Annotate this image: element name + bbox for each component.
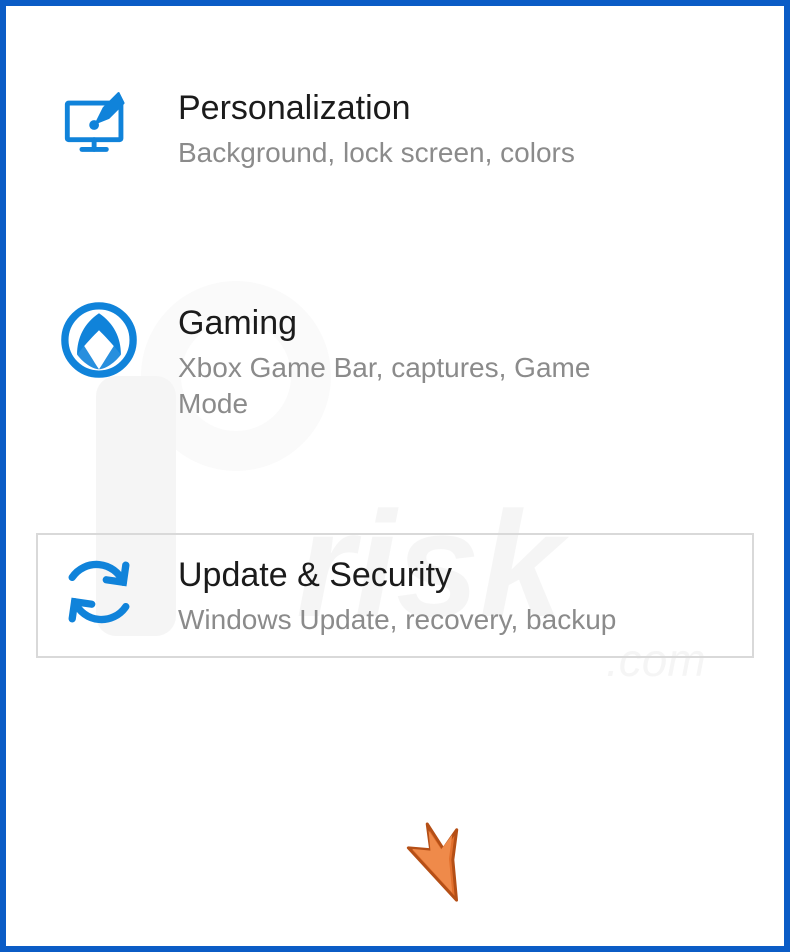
settings-item-personalization[interactable]: Personalization Background, lock screen,… bbox=[36, 66, 754, 191]
personalization-icon bbox=[60, 86, 138, 164]
settings-item-update-security[interactable]: Update & Security Windows Update, recove… bbox=[36, 533, 754, 658]
settings-item-gaming[interactable]: Gaming Xbox Game Bar, captures, Game Mod… bbox=[36, 281, 754, 443]
item-description: Windows Update, recovery, backup bbox=[178, 602, 616, 638]
item-title: Personalization bbox=[178, 88, 575, 129]
item-description: Xbox Game Bar, captures, Game Mode bbox=[178, 350, 618, 423]
settings-category-list: Personalization Background, lock screen,… bbox=[6, 6, 784, 698]
update-security-icon bbox=[60, 553, 138, 631]
gaming-icon bbox=[60, 301, 138, 379]
item-title: Update & Security bbox=[178, 555, 616, 596]
item-title: Gaming bbox=[178, 303, 618, 344]
item-description: Background, lock screen, colors bbox=[178, 135, 575, 171]
annotation-cursor-arrow-icon bbox=[396, 816, 481, 906]
